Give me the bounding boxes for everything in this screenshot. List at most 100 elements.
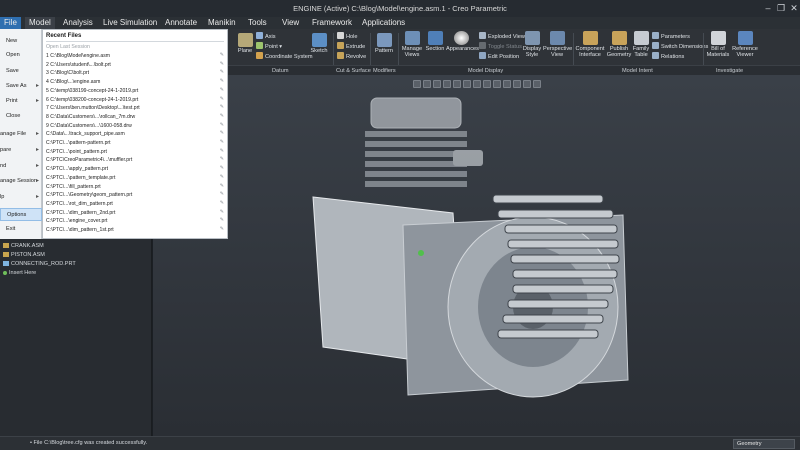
recent-file-item[interactable]: C:\PTC\...\Geometry\geom_pattern.prt (46, 191, 224, 200)
display-style-icon[interactable] (463, 80, 471, 88)
plane-button[interactable]: Plane (236, 33, 254, 54)
display-style-button[interactable]: Display Style (522, 31, 542, 59)
saved-views-icon[interactable] (453, 80, 461, 88)
tree-item-insert-here[interactable]: Insert Here (3, 270, 36, 276)
file-menu-open[interactable]: Open (0, 49, 42, 62)
family-table-button[interactable]: Family Table (632, 31, 650, 59)
edit-position-button[interactable]: Edit Position (479, 52, 519, 60)
axis-button[interactable]: Axis (256, 32, 276, 40)
file-menu-save[interactable]: Save (0, 65, 42, 78)
spin-center-icon[interactable] (493, 80, 501, 88)
recent-file-item[interactable]: C:\PTC\...\point_pattern.prt (46, 148, 224, 157)
parameters-button[interactable]: Parameters (652, 32, 690, 40)
pin-icon[interactable]: ✎ (220, 104, 224, 110)
csys-button[interactable]: Coordinate System (256, 52, 313, 60)
pin-icon[interactable]: ✎ (220, 200, 224, 206)
tab-applications[interactable]: Applications (362, 17, 405, 29)
zoom-in-icon[interactable] (423, 80, 431, 88)
tab-file[interactable]: File (0, 17, 21, 29)
pin-icon[interactable]: ✎ (220, 183, 224, 189)
tree-item-connecting-rod[interactable]: CONNECTING_ROD.PRT (3, 261, 76, 267)
pin-icon[interactable]: ✎ (220, 113, 224, 119)
pin-icon[interactable]: ✎ (220, 209, 224, 215)
recent-file-item[interactable]: 6 C:\temp\038200-concept-24-1-2019.prt (46, 96, 224, 105)
recent-file-item[interactable]: 5 C:\temp\038199-concept-24-1-2019.prt (46, 87, 224, 96)
recent-file-item[interactable]: C:\PTC\...\fill_pattern.prt (46, 183, 224, 192)
group-cut-surface[interactable]: Cut & Surface (336, 68, 371, 74)
toggle-status-button[interactable]: Toggle Status (479, 42, 522, 50)
recent-file-item[interactable]: C:\PTC\...\apply_pattern.prt (46, 165, 224, 174)
group-model-display[interactable]: Model Display (468, 68, 503, 74)
recent-file-item[interactable]: C:\PTC\CreoParametric4\...\muffler.prt (46, 156, 224, 165)
recent-file-item[interactable]: 7 C:\Users\ben.mutton\Desktop\...\test.p… (46, 104, 224, 113)
pin-icon[interactable]: ✎ (220, 191, 224, 197)
recent-file-item[interactable]: C:\Data\...\track_support_pipe.asm (46, 130, 224, 139)
tab-annotate[interactable]: Annotate (165, 17, 197, 29)
extrude-button[interactable]: Extrude (337, 42, 365, 50)
pin-icon[interactable]: ✎ (220, 226, 224, 232)
refit-icon[interactable] (413, 80, 421, 88)
recent-file-item[interactable]: C:\PTC\...\pattern_template.prt (46, 174, 224, 183)
close-icon[interactable]: ✕ (788, 3, 800, 14)
tree-item-crank[interactable]: CRANK.ASM (3, 243, 44, 249)
recent-file-item[interactable]: 8 C:\Data\Customers\...\rollcan_7m.drw (46, 113, 224, 122)
recent-file-item[interactable]: 3 C:\Blog\C\bolt.prt (46, 69, 224, 78)
pin-icon[interactable]: ✎ (220, 69, 224, 75)
view-manager-icon[interactable] (513, 80, 521, 88)
file-menu-options[interactable]: Options (0, 208, 42, 221)
pin-icon[interactable]: ✎ (220, 130, 224, 136)
pin-icon[interactable]: ✎ (220, 148, 224, 154)
switch-dimensions-button[interactable]: Switch Dimensions (652, 42, 708, 50)
section-button[interactable]: Section (424, 31, 446, 52)
manage-views-button[interactable]: Manage Views (400, 31, 424, 59)
recent-file-item[interactable]: C:\PTC\...\dim_pattern_2nd.prt (46, 209, 224, 218)
datum-display-icon[interactable] (473, 80, 481, 88)
open-last-session[interactable]: Open Last Session (46, 44, 90, 50)
file-menu-prepare[interactable]: pare ▸ (0, 144, 42, 157)
revolve-button[interactable]: Revolve (337, 52, 366, 60)
file-menu-close[interactable]: Close (0, 110, 42, 123)
relations-button[interactable]: Relations (652, 52, 684, 60)
pin-icon[interactable]: ✎ (220, 156, 224, 162)
pin-icon[interactable]: ✎ (220, 87, 224, 93)
tab-framework[interactable]: Framework (312, 17, 352, 29)
recent-file-item[interactable]: C:\PTC\...\dim_pattern_1st.prt (46, 226, 224, 235)
exploded-view-button[interactable]: Exploded View (479, 32, 525, 40)
tab-live-simulation[interactable]: Live Simulation (103, 17, 157, 29)
hole-button[interactable]: Hole (337, 32, 358, 40)
recent-file-item[interactable]: C:\PTC\...\engine_cover.prt (46, 217, 224, 226)
recent-file-item[interactable]: 1 C:\Blog\Model\engine.asm (46, 52, 224, 61)
recent-file-item[interactable]: C:\PTC\...\pattern-pattern.prt (46, 139, 224, 148)
file-menu-help[interactable]: lp ▸ (0, 191, 42, 204)
tab-analysis[interactable]: Analysis (63, 17, 93, 29)
tree-item-piston[interactable]: PISTON.ASM (3, 252, 45, 258)
file-menu-print[interactable]: Print ▸ (0, 95, 42, 108)
tab-manikin[interactable]: Manikin (208, 17, 236, 29)
pin-icon[interactable]: ✎ (220, 174, 224, 180)
selection-filter[interactable]: Geometry (733, 439, 795, 449)
file-menu-send[interactable]: nd ▸ (0, 160, 42, 173)
graphics-viewport[interactable] (153, 75, 800, 436)
maximize-icon[interactable]: ❐ (775, 3, 787, 14)
recent-file-item[interactable]: C:\PTC\...\rot_dim_pattern.prt (46, 200, 224, 209)
perspective-icon[interactable] (523, 80, 531, 88)
pin-icon[interactable]: ✎ (220, 139, 224, 145)
recent-file-item[interactable]: 9 C:\Data\Customers\...\1600-058.drw (46, 122, 224, 131)
appearance-icon[interactable] (503, 80, 511, 88)
pin-icon[interactable]: ✎ (220, 217, 224, 223)
appearances-button[interactable]: Appearances (446, 31, 479, 52)
pin-icon[interactable]: ✎ (220, 96, 224, 102)
file-menu-manage-file[interactable]: anage File ▸ (0, 128, 42, 141)
tab-tools[interactable]: Tools (248, 17, 267, 29)
pin-icon[interactable]: ✎ (220, 52, 224, 58)
pin-icon[interactable]: ✎ (220, 61, 224, 67)
group-modifiers[interactable]: Modifiers (373, 68, 396, 74)
component-interface-button[interactable]: Component Interface (575, 31, 605, 59)
tab-model[interactable]: Model (25, 17, 55, 29)
pattern-button[interactable]: Pattern (373, 33, 395, 54)
publish-geometry-button[interactable]: Publish Geometry (605, 31, 633, 59)
section-icon[interactable] (533, 80, 541, 88)
file-menu-manage-session[interactable]: anage Session ▸ (0, 175, 42, 188)
recent-file-item[interactable]: 4 C:\Blog\...\engine.asm (46, 78, 224, 87)
file-menu-save-as[interactable]: Save As ▸ (0, 80, 42, 93)
